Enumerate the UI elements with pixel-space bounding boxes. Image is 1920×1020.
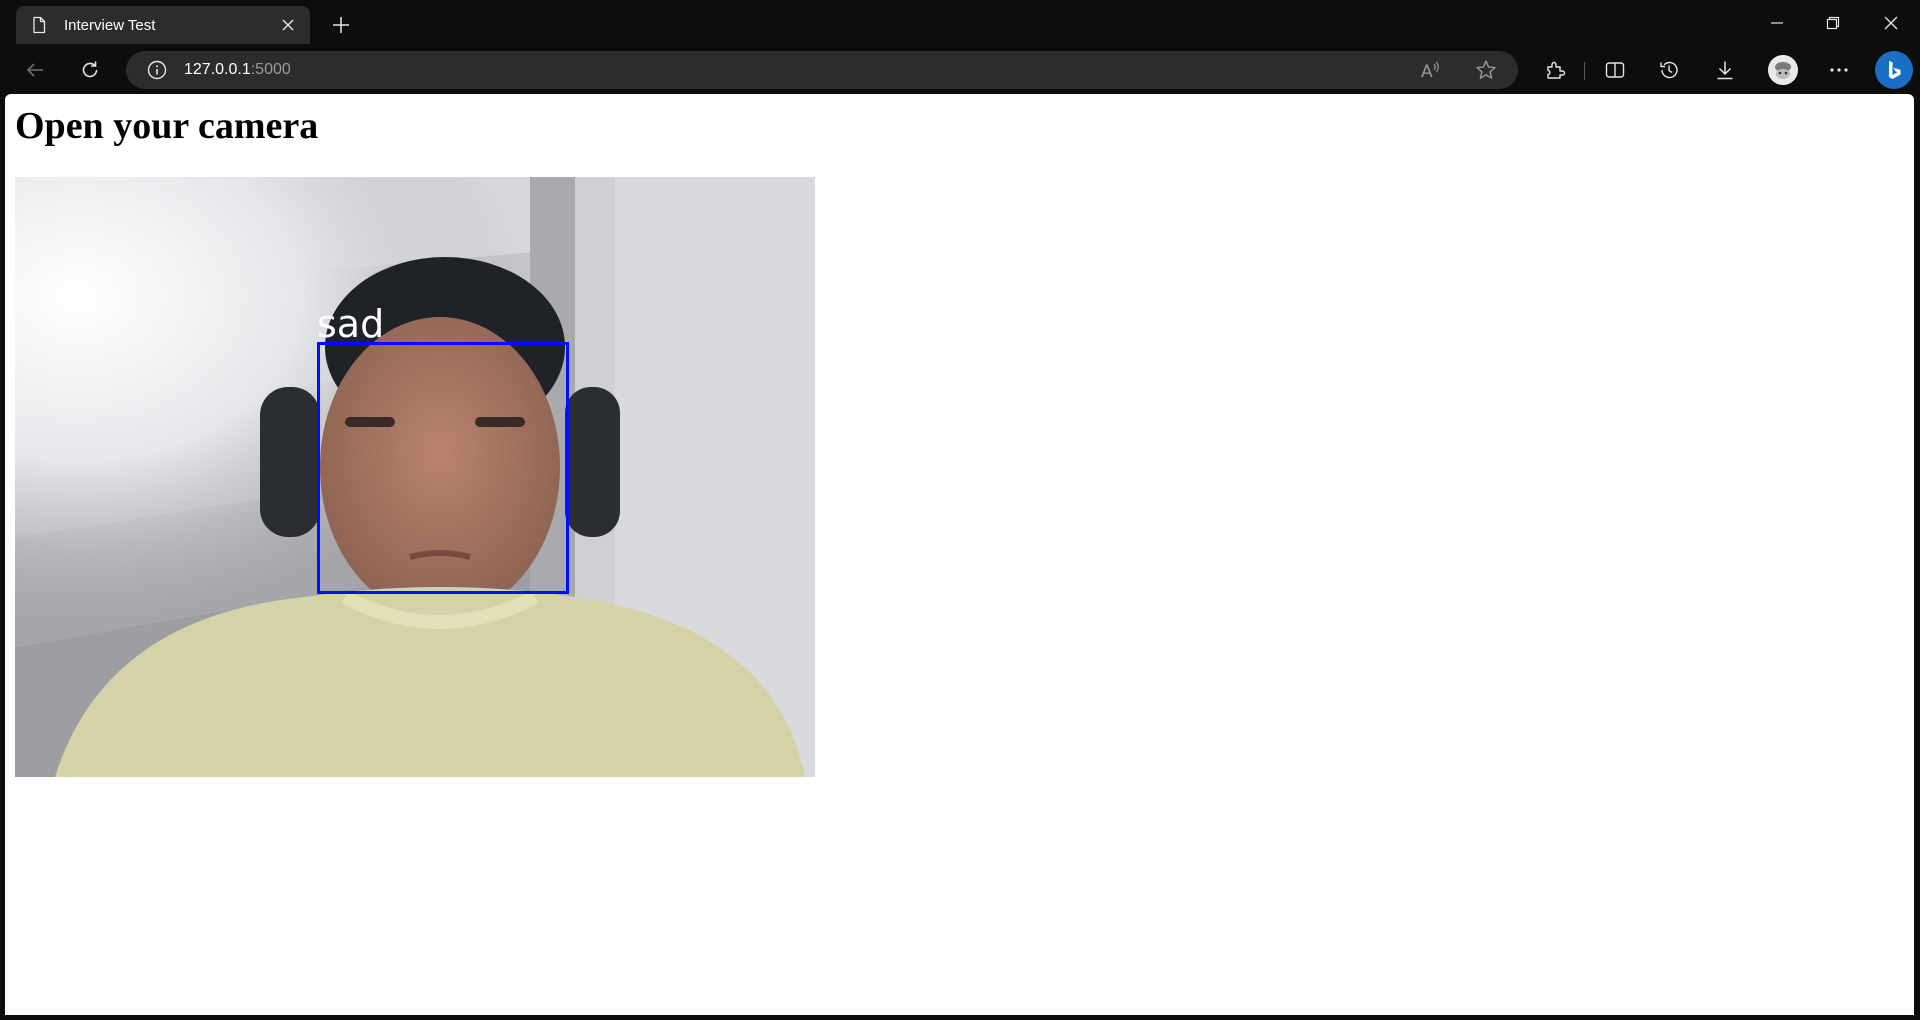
reload-button[interactable]	[74, 54, 106, 86]
download-icon	[1717, 61, 1733, 80]
face-detection-box	[317, 342, 569, 594]
emotion-label: sad	[317, 302, 385, 346]
minimize-button[interactable]	[1752, 6, 1802, 40]
close-icon[interactable]	[274, 11, 302, 39]
title-bar: Interview Test	[0, 0, 1920, 48]
close-icon	[1884, 16, 1898, 30]
document-icon	[30, 16, 48, 34]
window-close-button[interactable]	[1866, 6, 1916, 40]
minimize-icon	[1771, 22, 1783, 24]
browser-toolbar: 127.0.0.1:5000 A	[0, 48, 1920, 92]
puzzle-icon	[1547, 61, 1566, 79]
svg-text:A: A	[1421, 62, 1433, 81]
bing-icon	[1889, 61, 1901, 79]
copilot-button[interactable]	[1875, 51, 1913, 89]
tab-title: Interview Test	[64, 16, 156, 34]
new-tab-button[interactable]	[326, 10, 356, 40]
more-button[interactable]	[1823, 54, 1855, 86]
split-screen-button[interactable]	[1599, 54, 1631, 86]
split-screen-icon	[1605, 62, 1625, 78]
url-host: 127.0.0.1	[184, 61, 251, 78]
back-button[interactable]	[19, 54, 51, 86]
plus-icon	[333, 17, 349, 33]
camera-feed: sad	[15, 177, 815, 777]
toolbar-divider	[1584, 62, 1585, 80]
more-icon	[1830, 68, 1848, 72]
url-port: :5000	[250, 61, 291, 78]
restore-button[interactable]	[1808, 6, 1858, 40]
info-icon[interactable]	[146, 59, 168, 81]
extensions-button[interactable]	[1539, 54, 1571, 86]
browser-tab[interactable]: Interview Test	[16, 6, 310, 44]
downloads-button[interactable]	[1709, 54, 1741, 86]
address-bar[interactable]: 127.0.0.1:5000 A	[126, 51, 1518, 89]
star-icon[interactable]	[1474, 58, 1498, 82]
url-text: 127.0.0.1:5000	[184, 61, 291, 79]
back-arrow-icon	[26, 63, 43, 77]
read-aloud-icon[interactable]: A	[1418, 58, 1442, 82]
restore-icon	[1826, 16, 1840, 30]
page-title: Open your camera	[15, 105, 319, 147]
history-button[interactable]	[1653, 54, 1685, 86]
profile-avatar[interactable]	[1768, 55, 1798, 85]
reload-icon	[82, 61, 98, 78]
history-icon	[1660, 61, 1678, 79]
page-viewport: Open your camera sad	[5, 94, 1914, 1015]
